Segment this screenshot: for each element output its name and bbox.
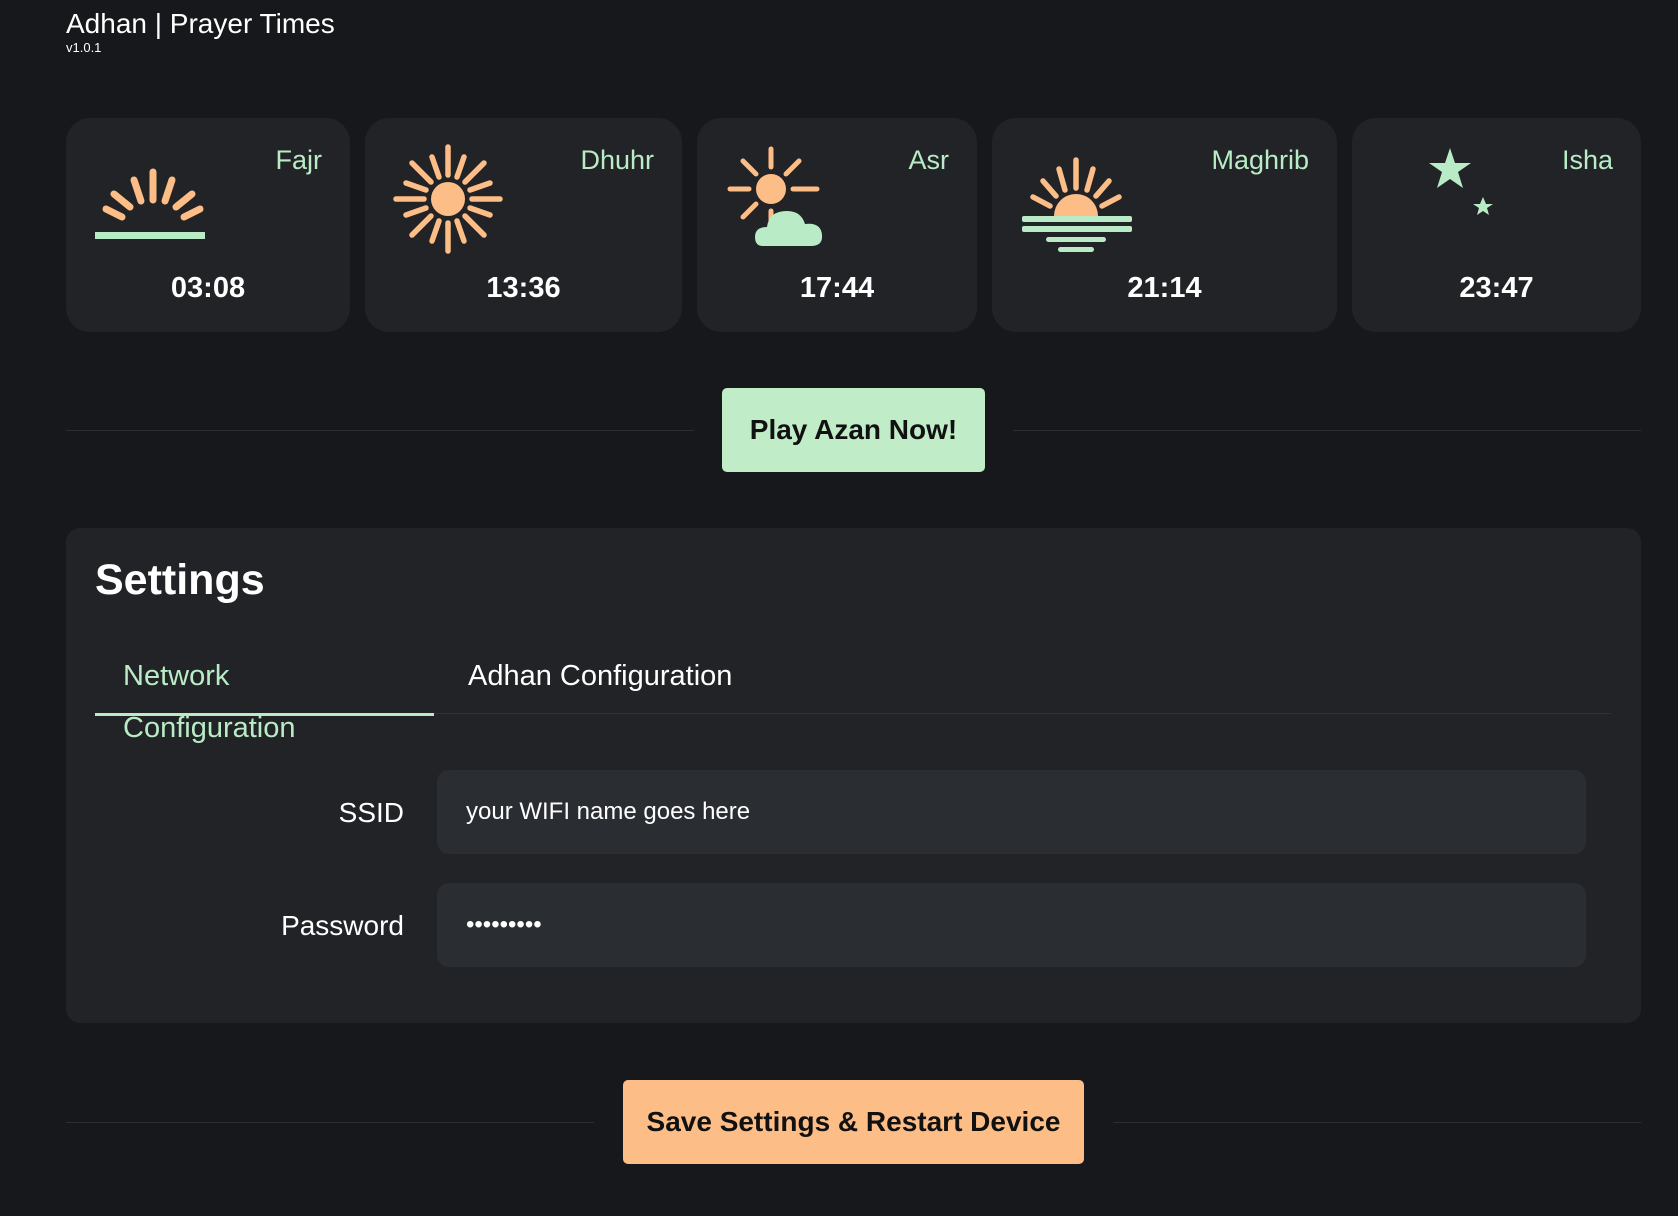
app-title: Adhan | Prayer Times: [66, 8, 335, 39]
divider: [66, 430, 694, 431]
app-version: v1.0.1: [66, 40, 102, 55]
app-header: Adhan | Prayer Times v1.0.1: [66, 6, 335, 55]
ssid-label: SSID: [338, 797, 404, 828]
prayer-time: 03:08: [170, 272, 246, 304]
play-azan-button[interactable]: Play Azan Now!: [722, 388, 985, 472]
tab-adhan-configuration[interactable]: Adhan Configuration: [440, 650, 760, 716]
prayer-card-maghrib: Maghrib 21:14: [992, 118, 1337, 332]
prayer-name: Isha: [1561, 145, 1613, 175]
divider: [1113, 1122, 1641, 1123]
prayer-time: 21:14: [1127, 272, 1202, 304]
prayer-card-isha: Isha 23:47: [1352, 118, 1641, 332]
divider: [66, 1122, 594, 1123]
settings-title: Settings: [95, 556, 265, 604]
tab-network-configuration[interactable]: Network Configuration: [95, 650, 434, 744]
prayer-card-fajr: Fajr 03:08: [66, 118, 350, 332]
sunrise-icon: [95, 168, 205, 239]
password-input[interactable]: [437, 883, 1586, 967]
moon-stars-icon: [1386, 148, 1493, 255]
prayer-name: Maghrib: [1211, 145, 1309, 175]
prayer-card-asr: Asr 17:44: [697, 118, 977, 332]
prayer-name: Dhuhr: [580, 145, 654, 175]
sun-cloud-icon: [727, 146, 823, 246]
prayer-card-dhuhr: Dhuhr 13:36: [365, 118, 682, 332]
password-label: Password: [281, 910, 404, 941]
prayer-time: 13:36: [486, 272, 561, 304]
prayer-time: 17:44: [799, 272, 875, 304]
settings-panel: Settings Network Configuration Adhan Con…: [66, 528, 1641, 1023]
ssid-input[interactable]: [437, 770, 1586, 854]
prayer-time: 23:47: [1459, 272, 1534, 304]
sun-icon: [393, 144, 503, 254]
prayer-name: Fajr: [275, 145, 323, 175]
prayer-name: Asr: [908, 145, 950, 175]
save-restart-button[interactable]: Save Settings & Restart Device: [623, 1080, 1084, 1164]
sunset-icon: [1022, 157, 1132, 252]
divider: [1013, 430, 1641, 431]
